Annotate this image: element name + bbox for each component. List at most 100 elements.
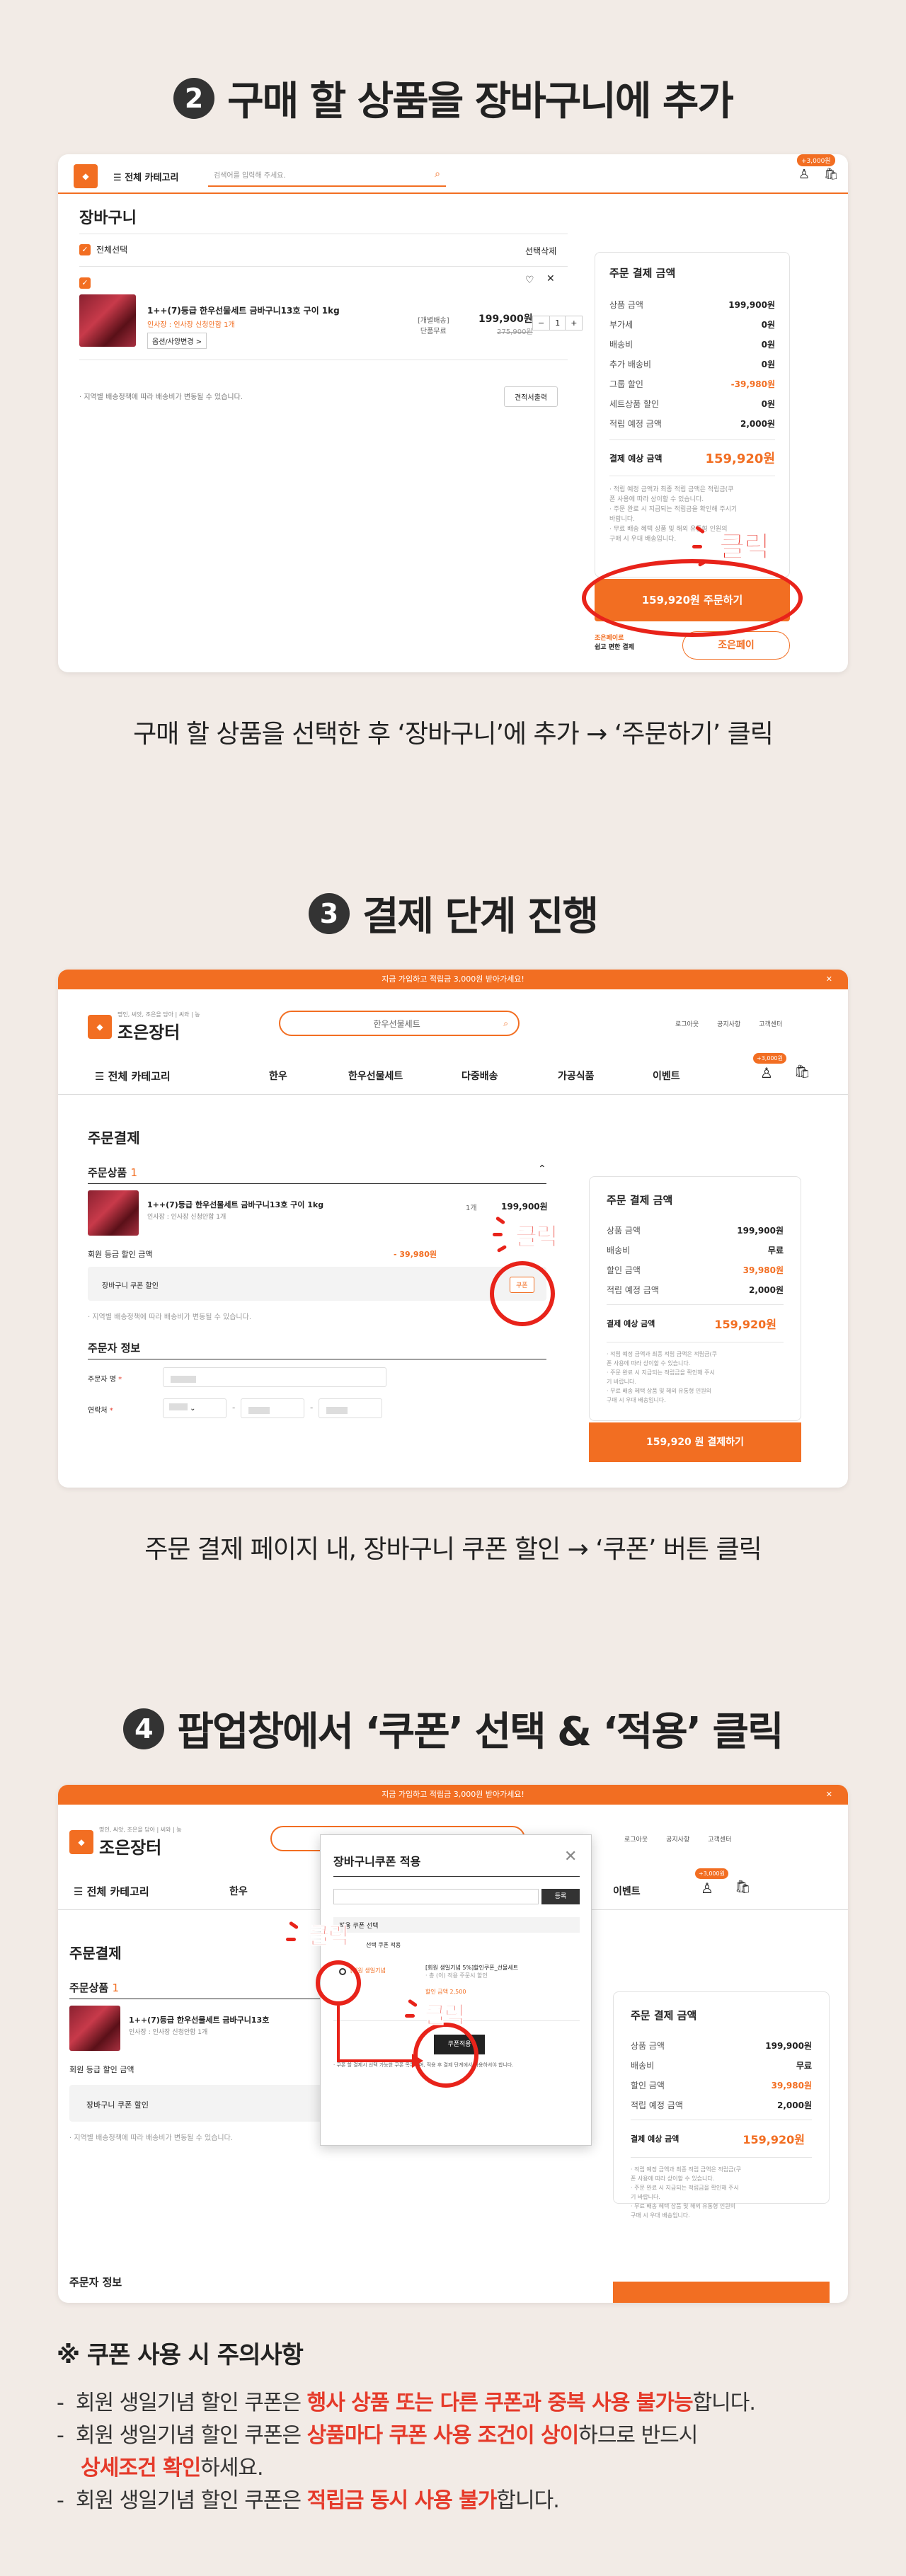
pay-button[interactable]: 159,920 원 결제하기 — [589, 1422, 801, 1462]
spark-mark — [496, 1244, 508, 1253]
summary-row-value: 무료 — [796, 2061, 812, 2071]
summary-row-value: 199,900원 — [765, 2041, 812, 2051]
search-input[interactable]: 한우선물세트 ⌕ — [279, 1011, 520, 1036]
promo-topbar[interactable]: 지금 가입하고 적립금 3,000원 받아가세요! ✕ — [58, 970, 848, 989]
order-items-heading: 주문상품 1 — [88, 1166, 137, 1179]
shipping-note: · 지역별 배송정책에 따라 배송비가 변동될 수 있습니다. — [69, 2134, 234, 2142]
step3-caption: 주문 결제 페이지 내, 장바구니 쿠폰 할인 → ‘쿠폰’ 버튼 클릭 — [144, 1535, 762, 1564]
reward-badge: +3,000원 — [753, 1053, 786, 1064]
summary-row-value: 0원 — [761, 320, 775, 330]
plus-icon[interactable]: + — [566, 316, 582, 330]
step4-number: 4 — [123, 1708, 165, 1749]
estimate-print-button[interactable]: 견적서출력 — [504, 386, 558, 407]
user-icon[interactable]: ♙ — [798, 167, 810, 182]
nav-hanwoo[interactable]: 한우 — [269, 1069, 287, 1083]
close-icon[interactable]: ✕ — [826, 1785, 832, 1805]
summary-title: 주문 결제 금액 — [609, 267, 676, 280]
summary-row-label: 세트상품 할인 — [609, 399, 660, 409]
chevron-up-icon[interactable]: ⌃ — [538, 1163, 546, 1175]
page-title: 주문결제 — [88, 1129, 140, 1146]
summary-row-label: 부가세 — [609, 320, 633, 330]
search-icon[interactable]: ⌕ — [503, 1018, 508, 1029]
summary-row-label: 배송비 — [631, 2061, 655, 2071]
summary-row-value: 0원 — [761, 399, 775, 409]
heart-icon[interactable]: ♡ — [525, 275, 534, 286]
summary-note-line: · 주문 완료 시 지급되는 적립금을 확인해 주시기 — [609, 506, 738, 513]
close-icon[interactable]: ✕ — [546, 273, 555, 284]
page-title: 주문결제 — [69, 1945, 122, 1962]
cart-coupon-label: 장바구니 쿠폰 할인 — [102, 1282, 159, 1290]
promo-topbar[interactable]: 지금 가입하고 적립금 3,000원 받아가세요! ✕ — [58, 1785, 848, 1805]
cart-icon[interactable]: 🛍 — [794, 1064, 810, 1079]
support-link[interactable]: 고객센터 — [708, 1834, 731, 1844]
register-coupon-button[interactable]: 등록 — [541, 1889, 580, 1904]
cart-icon[interactable]: 🛍 — [824, 167, 838, 180]
product-image[interactable] — [79, 294, 136, 347]
select-all[interactable]: ✓ 전체선택 — [79, 243, 127, 255]
check-icon[interactable]: ✓ — [79, 243, 91, 255]
phone-prefix-select[interactable]: ⌄ — [163, 1398, 226, 1418]
minus-icon[interactable]: − — [533, 316, 549, 330]
delete-selected-button[interactable]: 선택삭제 — [525, 245, 556, 257]
logout-link[interactable]: 로그아웃 — [675, 1019, 699, 1028]
summary-row-label: 적립 예정 금액 — [607, 1285, 659, 1295]
user-icon[interactable]: ♙ — [760, 1064, 773, 1081]
category-menu[interactable]: ☰ 전체 카테고리 — [95, 1069, 171, 1083]
nav-event[interactable]: 이벤트 — [613, 1884, 641, 1898]
summary-row: 배송비 0원 — [609, 338, 775, 350]
support-link[interactable]: 고객센터 — [759, 1019, 782, 1028]
reward-badge: +3,000원 — [695, 1868, 728, 1879]
logout-link[interactable]: 로그아웃 — [624, 1834, 648, 1844]
search-input[interactable]: 검색어를 입력해 주세요. ⌕ — [208, 163, 446, 187]
top-links: 로그아웃 공지사항 고객센터 — [624, 1834, 731, 1844]
nav-event[interactable]: 이벤트 — [653, 1069, 680, 1083]
orderer-heading: 주문자 정보 — [69, 2276, 122, 2289]
spark-mark — [286, 1938, 296, 1941]
logo-icon: ◆ — [88, 1015, 112, 1039]
coupon-section-subheader: 선택 쿠폰 적용 — [366, 1942, 401, 1948]
quantity: 1개 — [466, 1204, 477, 1212]
coupon-code-input[interactable] — [333, 1889, 539, 1904]
notice-link[interactable]: 공지사항 — [666, 1834, 689, 1844]
close-icon[interactable]: ✕ — [564, 1848, 577, 1865]
notice-link[interactable]: 공지사항 — [717, 1019, 740, 1028]
product-name[interactable]: 1++(7)등급 한우선물세트 금바구니13호 구이 1kg — [147, 304, 340, 316]
summary-row: 적립 예정 금액 2,000원 — [631, 2099, 812, 2111]
step4-title-text: 팝업창에서 ‘쿠폰’ 선택 & ‘적용’ 클릭 — [177, 1709, 784, 1755]
shipping-info: [개별배송] 단품무료 — [418, 317, 449, 335]
quantity-stepper[interactable]: − 1 + — [532, 316, 583, 330]
site-logo[interactable]: ◆ 명인, 씨앗, 조은을 담아 | 씨와 | 농 조은장터 — [88, 1011, 200, 1043]
logo-icon[interactable]: ◆ — [74, 164, 98, 188]
caution-line: - 회원 생일기념 할인 쿠폰은 상품마다 쿠폰 사용 조건이 상이하므로 반드… — [57, 2420, 864, 2452]
pay-button[interactable] — [613, 2282, 830, 2303]
summary-row-label: 할인 금액 — [631, 2081, 665, 2091]
site-logo[interactable]: ◆ 명인, 씨앗, 조은을 담아 | 씨와 | 농 조은장터 — [69, 1826, 182, 1858]
summary-row-value: 2,000원 — [777, 2100, 812, 2110]
phone-last-input[interactable] — [319, 1398, 382, 1418]
nav-multi-ship[interactable]: 다중배송 — [461, 1069, 498, 1083]
category-menu[interactable]: ☰ 전체 카테고리 — [113, 170, 178, 183]
caution-text: - 회원 생일기념 할인 쿠폰은 — [57, 2488, 307, 2513]
quantity-value[interactable]: 1 — [549, 316, 566, 330]
nav-processed[interactable]: 가공식품 — [558, 1069, 595, 1083]
product-sub: 인사장 : 인사장 신청안함 1개 — [147, 1214, 226, 1221]
popup-title: 장바구니쿠폰 적용 — [333, 1855, 421, 1868]
nav-hanwoo[interactable]: 한우 — [229, 1884, 248, 1898]
close-icon[interactable]: ✕ — [826, 970, 832, 989]
summary-note-line: 구매 시 우대 배송입니다. — [607, 1397, 666, 1403]
phone-middle-input[interactable] — [241, 1398, 304, 1418]
summary-row-label: 할인 금액 — [607, 1265, 641, 1275]
summary-row: 배송비 무료 — [607, 1244, 784, 1256]
item-checkbox[interactable]: ✓ — [79, 275, 91, 289]
orderer-name-input[interactable] — [163, 1367, 386, 1387]
cart-icon[interactable]: 🛍 — [735, 1880, 751, 1894]
option-change-button[interactable]: 옵션/사양변경 > — [147, 333, 207, 349]
category-menu[interactable]: ☰ 전체 카테고리 — [74, 1884, 149, 1899]
nav-gift-set[interactable]: 한우선물세트 — [348, 1069, 403, 1083]
summary-row-label: 상품 금액 — [607, 1226, 641, 1236]
user-icon[interactable]: ♙ — [701, 1880, 713, 1897]
step2-title: 2 구매 할 상품을 장바구니에 추가 — [0, 69, 906, 127]
search-icon[interactable]: ⌕ — [435, 168, 440, 180]
summary-row-value: 2,000원 — [740, 419, 775, 429]
caution-text: - 회원 생일기념 할인 쿠폰은 — [57, 2391, 307, 2415]
